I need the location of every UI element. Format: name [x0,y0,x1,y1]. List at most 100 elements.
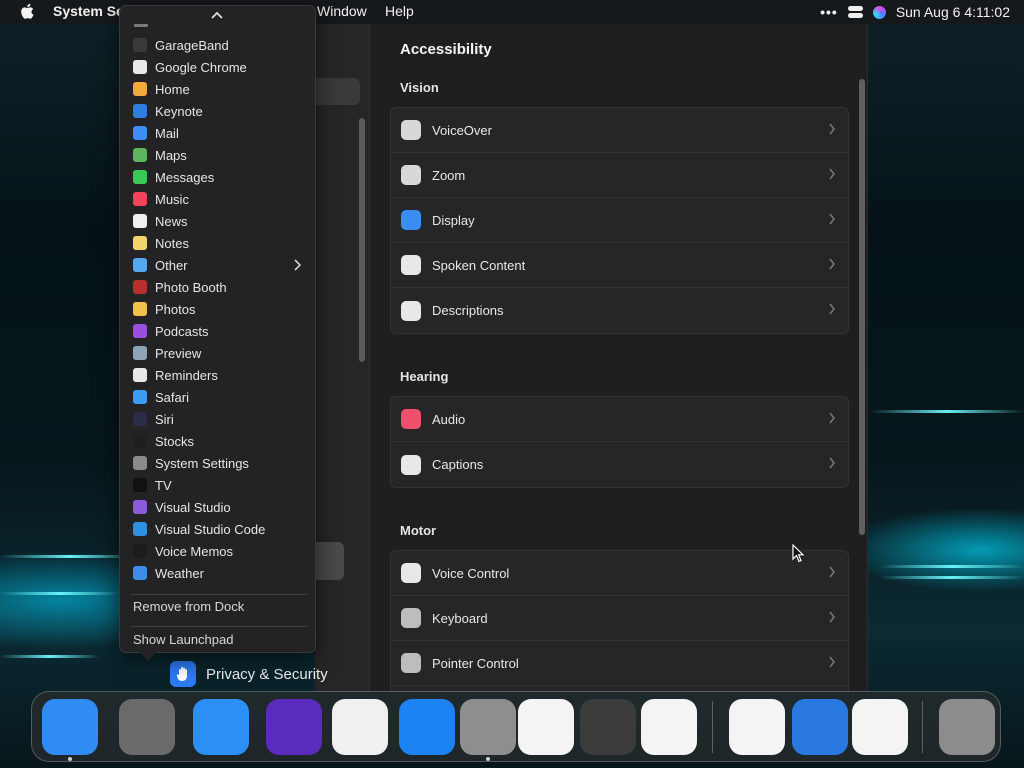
sidebar-item-privacy-security[interactable]: Privacy & Security [170,661,328,687]
menu-item-home[interactable]: Home [133,78,305,100]
scroll-up-arrow-icon[interactable] [211,10,223,20]
chevron-right-icon [829,457,835,469]
page-title: Accessibility [400,41,492,58]
menu-item-label: Safari [155,389,189,405]
main-scrollbar[interactable] [859,79,865,535]
wallpaper-streak [880,576,1024,579]
menu-item-stocks[interactable]: Stocks [133,430,305,452]
menu-clock[interactable]: Sun Aug 6 4:11:02 [896,4,1010,20]
dock-vscode-icon[interactable] [641,699,697,755]
pointer-control-icon [401,653,421,673]
settings-row-audio[interactable]: Audio [391,397,848,442]
wallpaper-streak [880,565,1024,568]
dock-launchpad-icon[interactable] [119,699,175,755]
menu-item-messages[interactable]: Messages [133,166,305,188]
settings-row-label: Display [432,212,475,228]
dock-trash-icon[interactable] [939,699,995,755]
menu-item-photo-booth[interactable]: Photo Booth [133,276,305,298]
show-launchpad-item[interactable]: Show Launchpad [133,632,233,647]
dock-app-store-icon[interactable] [399,699,455,755]
menu-item-notes[interactable]: Notes [133,232,305,254]
control-center-icon[interactable] [847,6,863,18]
menu-item-podcasts[interactable]: Podcasts [133,320,305,342]
sidebar-item-label: Privacy & Security [206,665,328,683]
settings-row-keyboard[interactable]: Keyboard [391,596,848,641]
status-area: ••• Sun Aug 6 4:11:02 [820,0,1010,24]
settings-row-label: Captions [432,457,484,472]
menu-item-system-settings[interactable]: System Settings [133,452,305,474]
menu-item-photos[interactable]: Photos [133,298,305,320]
photos-icon [133,302,147,316]
menu-item-news[interactable]: News [133,210,305,232]
more-menu-icon[interactable]: ••• [820,4,838,20]
settings-row-spoken-content[interactable]: Spoken Content [391,243,848,288]
menu-item-mail[interactable]: Mail [133,122,305,144]
dock-chrome-icon[interactable] [332,699,388,755]
menu-separator [130,626,307,627]
menu-item-other[interactable]: Other [133,254,305,276]
menu-item-visual-studio-code[interactable]: Visual Studio Code [133,518,305,540]
settings-row-pointer-control[interactable]: Pointer Control [391,641,848,686]
remove-from-dock-item[interactable]: Remove from Dock [133,599,244,614]
menu-item-google-chrome[interactable]: Google Chrome [133,56,305,78]
photo-booth-icon [133,280,147,294]
menu-item-tv[interactable]: TV [133,474,305,496]
menu-window[interactable]: Window [317,3,367,19]
menu-item-garageband[interactable]: GarageBand [133,34,305,56]
apple-logo-icon[interactable] [20,3,34,20]
dock-finder-icon[interactable] [42,699,98,755]
menu-item-voice-memos[interactable]: Voice Memos [133,540,305,562]
siri-icon[interactable] [872,5,886,19]
menu-item-siri[interactable]: Siri [133,408,305,430]
sidebar-selected-item[interactable] [315,542,344,580]
active-app-name[interactable]: System Se [53,3,124,19]
menu-item-label: Reminders [155,367,218,383]
menu-item-label: TV [155,477,172,493]
menu-item-label: GarageBand [155,37,229,53]
captions-icon [401,454,421,475]
garageband-icon [133,38,147,52]
system-settings-window: Accessibility Vision VoiceOver Zoom Display… [315,24,868,692]
running-indicator [68,757,72,761]
settings-row-display[interactable]: Display [391,198,848,243]
running-indicator [486,757,490,761]
settings-row-voice-control[interactable]: Voice Control [391,551,848,596]
menu-item-label: Podcasts [155,323,209,339]
dock-system-settings-icon[interactable] [460,699,516,755]
menu-item-weather[interactable]: Weather [133,562,305,584]
safari-icon [133,390,147,404]
dock-tuxedo-icon[interactable] [852,699,908,755]
gear-icon [133,456,147,470]
menu-item-maps[interactable]: Maps [133,144,305,166]
dock [31,691,1001,762]
menu-help[interactable]: Help [385,3,414,19]
settings-row-label: Descriptions [432,303,504,318]
menu-item-keynote[interactable]: Keynote [133,100,305,122]
descriptions-icon [401,300,421,321]
dock-textedit-icon[interactable] [518,699,574,755]
chevron-right-icon [294,259,301,271]
dock-firefox-icon[interactable] [266,699,322,755]
sidebar-search-field[interactable] [315,78,360,105]
sidebar-scrollbar[interactable] [359,118,365,362]
menu-item-label: Other [155,257,188,273]
dock-weather-icon[interactable] [792,699,848,755]
menu-item-music[interactable]: Music [133,188,305,210]
settings-row-captions[interactable]: Captions [391,442,848,487]
menu-item-visual-studio[interactable]: Visual Studio [133,496,305,518]
settings-row-descriptions[interactable]: Descriptions [391,288,848,333]
menu-item-label: News [155,213,188,229]
dock-garageband-icon[interactable] [580,699,636,755]
settings-row-voiceover[interactable]: VoiceOver [391,108,848,153]
chevron-right-icon [829,412,835,424]
dock-safari-icon[interactable] [193,699,249,755]
messages-icon [133,170,147,184]
dock-applications-menu: GarageBand Google Chrome Home Keynote Mail Ma… [119,5,316,653]
settings-row-zoom[interactable]: Zoom [391,153,848,198]
settings-sidebar [315,24,370,692]
menu-item-reminders[interactable]: Reminders [133,364,305,386]
menu-item-preview[interactable]: Preview [133,342,305,364]
menu-item-safari[interactable]: Safari [133,386,305,408]
chevron-right-icon [829,258,835,270]
dock-visual-studio-icon[interactable] [729,699,785,755]
